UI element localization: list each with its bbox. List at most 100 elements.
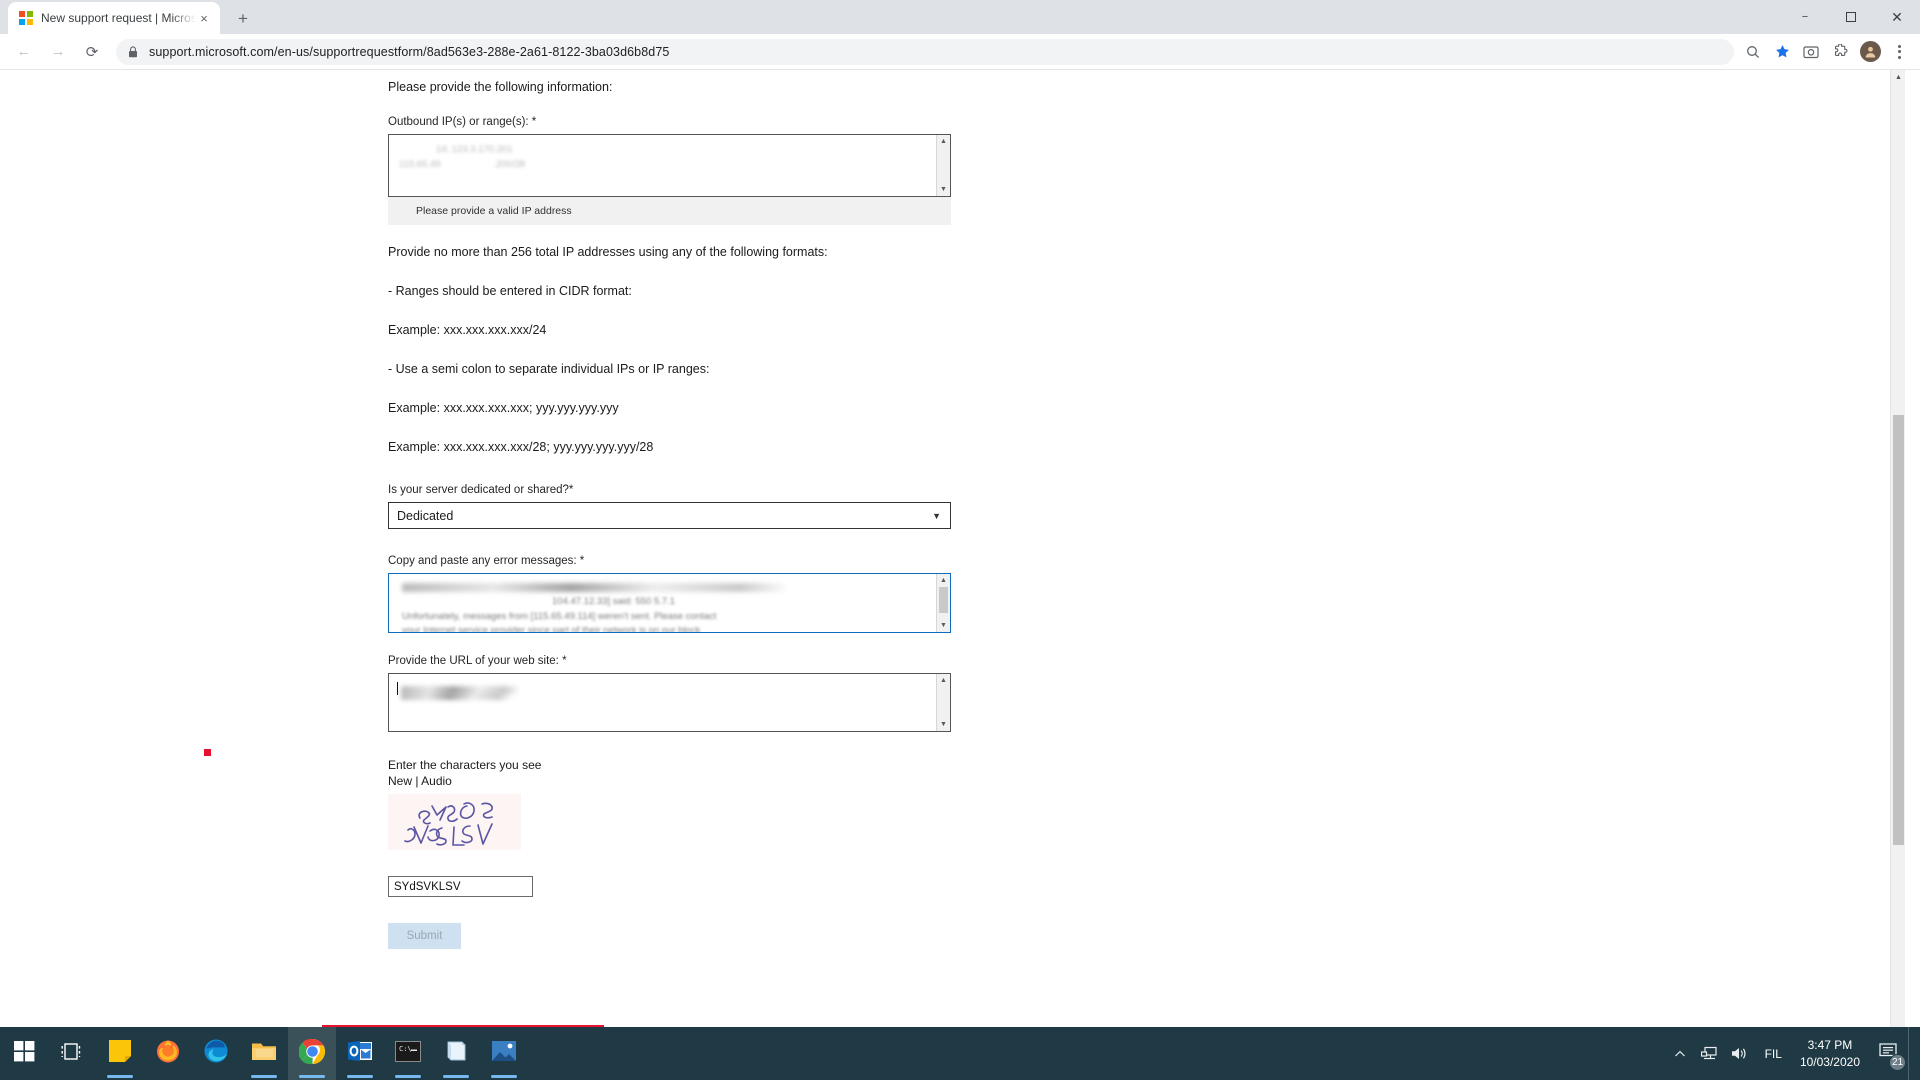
captcha-audio-link[interactable]: Audio — [421, 774, 452, 788]
submit-button[interactable]: Submit — [388, 923, 461, 949]
page-scrollbar[interactable]: ▲ ▼ — [1890, 70, 1905, 1063]
running-indicator — [299, 1075, 325, 1078]
file-explorer-taskbar-icon[interactable] — [240, 1027, 288, 1080]
padlock-icon — [128, 45, 138, 58]
server-type-field-wrap: Dedicated Shared ▼ — [388, 502, 951, 529]
instruction-line: Example: xxx.xxx.xxx.xxx/28; yyy.yyy.yyy… — [388, 440, 654, 454]
minimize-button[interactable]: − — [1782, 0, 1828, 34]
maximize-button[interactable] — [1828, 0, 1874, 34]
redacted-line — [401, 693, 511, 700]
website-url-input[interactable]: ▲ ▼ — [388, 673, 951, 732]
window-controls: − ✕ — [1782, 0, 1920, 34]
forward-icon[interactable]: → — [44, 38, 72, 66]
close-window-button[interactable]: ✕ — [1874, 0, 1920, 34]
redacted-value: 115.65.49 .200/28 — [399, 158, 526, 170]
running-indicator — [395, 1075, 421, 1078]
browser-tab[interactable]: New support request | Microsoft × — [8, 2, 220, 34]
language-indicator[interactable]: FIL — [1755, 1047, 1792, 1061]
system-tray: FIL 3:47 PM 10/03/2020 21 — [1665, 1027, 1920, 1080]
outbound-ip-field-wrap: 14; 123.3.170.201 115.65.49 .200/28 ▲ ▼ — [388, 134, 951, 197]
close-icon[interactable]: × — [196, 10, 212, 26]
scroll-up-icon[interactable]: ▲ — [940, 674, 947, 687]
network-icon[interactable] — [1695, 1027, 1725, 1080]
notification-count-badge: 21 — [1889, 1054, 1906, 1071]
redacted-value: 14; 123.3.170.201 — [399, 144, 513, 155]
website-url-field-wrap: ▲ ▼ — [388, 673, 951, 732]
running-indicator — [443, 1075, 469, 1078]
folder-icon — [251, 1040, 277, 1067]
captcha-separator: | — [415, 774, 419, 788]
textarea-scrollbar[interactable]: ▲ ▼ — [936, 135, 950, 196]
scroll-up-icon[interactable]: ▲ — [940, 135, 947, 148]
photos-taskbar-icon[interactable] — [480, 1027, 528, 1080]
show-desktop-button[interactable] — [1908, 1027, 1914, 1080]
error-fragment: 104.47.12.33] said: 550 5.7.1 — [552, 596, 676, 607]
instruction-line: Example: xxx.xxx.xxx.xxx/24 — [388, 323, 547, 337]
error-messages-label: Copy and paste any error messages: * — [388, 555, 585, 567]
microsoft-outlook-taskbar-icon[interactable] — [336, 1027, 384, 1080]
start-button[interactable] — [0, 1027, 48, 1080]
running-indicator — [347, 1075, 373, 1078]
tab-strip: New support request | Microsoft × + − ✕ — [0, 0, 1920, 34]
outbound-ip-label: Outbound IP(s) or range(s): * — [388, 116, 537, 128]
avatar[interactable] — [1860, 41, 1881, 62]
clock-time: 3:47 PM — [1807, 1038, 1853, 1053]
windows-taskbar: C:\ FIL 3:47 PM 10/03/2020 21 — [0, 1027, 1920, 1080]
outbound-ip-input[interactable]: 14; 123.3.170.201 115.65.49 .200/28 ▲ ▼ — [388, 134, 951, 197]
form-intro-text: Please provide the following information… — [388, 80, 613, 94]
sticky-notes-taskbar-icon[interactable] — [96, 1027, 144, 1080]
scroll-down-icon[interactable]: ▼ — [940, 183, 947, 196]
back-icon[interactable]: ← — [10, 38, 38, 66]
error-messages-input[interactable]: 104.47.12.33] said: 550 5.7.1 Unfortunat… — [388, 573, 951, 633]
action-center-button[interactable]: 21 — [1868, 1027, 1908, 1080]
sticky-notes-icon — [108, 1039, 132, 1068]
address-bar[interactable]: support.microsoft.com/en-us/supportreque… — [116, 38, 1734, 65]
textarea-scrollbar[interactable]: ▲ ▼ — [936, 674, 950, 731]
microsoft-logo-icon — [19, 11, 33, 25]
star-icon[interactable] — [1769, 39, 1795, 65]
instruction-line: Example: xxx.xxx.xxx.xxx; yyy.yyy.yyy.yy… — [388, 401, 619, 415]
svg-text:C:\: C:\ — [399, 1045, 412, 1053]
outlook-icon — [347, 1040, 373, 1067]
url-text: support.microsoft.com/en-us/supportreque… — [149, 44, 670, 59]
three-dot-menu-icon[interactable] — [1888, 39, 1910, 65]
server-type-label: Is your server dedicated or shared?* — [388, 484, 574, 496]
photos-icon — [492, 1041, 516, 1066]
search-icon[interactable] — [1740, 39, 1766, 65]
instruction-line: - Use a semi colon to separate individua… — [388, 362, 710, 376]
notepad-taskbar-icon[interactable] — [432, 1027, 480, 1080]
task-view-button[interactable] — [48, 1027, 96, 1080]
running-indicator — [491, 1075, 517, 1078]
taskbar-apps: C:\ — [0, 1027, 528, 1080]
windows-logo-icon — [13, 1040, 35, 1067]
tab-title: New support request | Microsoft — [41, 11, 196, 25]
scroll-down-icon[interactable]: ▼ — [940, 718, 947, 731]
clock[interactable]: 3:47 PM 10/03/2020 — [1792, 1037, 1868, 1069]
command-prompt-taskbar-icon[interactable]: C:\ — [384, 1027, 432, 1080]
page-viewport: Please provide the following information… — [0, 70, 1920, 1063]
scrollbar-thumb[interactable] — [1893, 415, 1904, 845]
captcha-image — [388, 794, 521, 850]
scroll-up-icon[interactable]: ▲ — [1891, 70, 1906, 85]
new-tab-button[interactable]: + — [229, 4, 257, 32]
google-chrome-taskbar-icon[interactable] — [288, 1027, 336, 1080]
instruction-line: - Ranges should be entered in CIDR forma… — [388, 284, 632, 298]
scroll-down-icon[interactable]: ▼ — [940, 619, 947, 632]
puzzle-piece-icon[interactable] — [1827, 39, 1853, 65]
scroll-up-icon[interactable]: ▲ — [940, 574, 947, 587]
firefox-taskbar-icon[interactable] — [144, 1027, 192, 1080]
captcha-input[interactable] — [388, 876, 533, 897]
omnibox-actions — [1740, 39, 1910, 65]
clock-date: 10/03/2020 — [1799, 1054, 1860, 1069]
reload-icon[interactable]: ⟳ — [78, 38, 106, 66]
scrollbar-thumb[interactable] — [939, 587, 948, 613]
running-indicator — [251, 1075, 277, 1078]
captcha-new-link[interactable]: New — [388, 774, 412, 788]
chevron-up-icon[interactable] — [1665, 1027, 1695, 1080]
textarea-scrollbar[interactable]: ▲ ▼ — [936, 574, 950, 632]
server-type-select[interactable]: Dedicated Shared — [388, 502, 951, 529]
screen-capture-icon[interactable] — [1798, 39, 1824, 65]
website-url-label: Provide the URL of your web site: * — [388, 655, 567, 667]
speaker-icon[interactable] — [1725, 1027, 1755, 1080]
microsoft-edge-taskbar-icon[interactable] — [192, 1027, 240, 1080]
